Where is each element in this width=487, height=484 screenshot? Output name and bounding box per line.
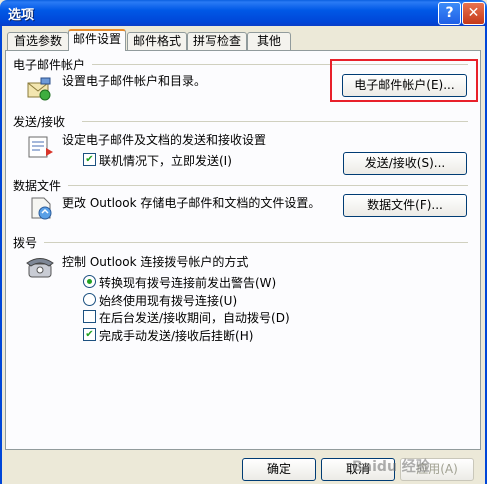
data-files-icon bbox=[31, 197, 52, 220]
send-receive-description: 设定电子邮件及文档的发送和接收设置 bbox=[62, 133, 267, 147]
hang-up-checkbox[interactable]: ✔ bbox=[83, 328, 96, 341]
auto-dial-checkbox[interactable] bbox=[83, 310, 96, 323]
send-receive-icon bbox=[28, 136, 53, 158]
warn-before-switch-label: 转换现有拨号连接前发出警告(W) bbox=[99, 276, 277, 290]
auto-dial-label: 在后台发送/接收期间，自动拨号(D) bbox=[99, 311, 290, 325]
phone-icon bbox=[26, 258, 54, 278]
warn-before-switch-radio[interactable] bbox=[83, 275, 96, 288]
data-files-button[interactable]: 数据文件(F)... bbox=[343, 194, 467, 217]
section-divider bbox=[68, 185, 468, 186]
always-use-existing-label: 始终使用现有拨号连接(U) bbox=[99, 294, 238, 308]
dialup-description: 控制 Outlook 连接拨号帐户的方式 bbox=[62, 255, 249, 269]
highlight-box bbox=[330, 59, 478, 102]
section-divider bbox=[44, 242, 468, 243]
section-title-email-accounts: 电子邮件帐户 bbox=[13, 58, 86, 72]
always-use-existing-radio[interactable] bbox=[83, 293, 96, 306]
section-divider bbox=[82, 121, 468, 122]
section-title-dialup: 拨号 bbox=[13, 236, 38, 250]
email-accounts-description: 设置电子邮件帐户和目录。 bbox=[62, 74, 207, 88]
send-receive-button[interactable]: 发送/接收(S)... bbox=[343, 152, 467, 175]
section-title-data-files: 数据文件 bbox=[13, 179, 62, 193]
watermark: Baidu 经验 bbox=[352, 459, 430, 475]
ok-button[interactable]: 确定 bbox=[242, 458, 316, 481]
data-files-description: 更改 Outlook 存储电子邮件和文档的文件设置。 bbox=[62, 196, 321, 210]
section-title-send-receive: 发送/接收 bbox=[13, 115, 66, 129]
hang-up-label: 完成手动发送/接收后挂断(H) bbox=[99, 329, 254, 343]
email-accounts-icon bbox=[27, 77, 51, 101]
send-immediately-label: 联机情况下，立即发送(I) bbox=[99, 154, 232, 168]
send-immediately-checkbox[interactable]: ✔ bbox=[83, 153, 96, 166]
